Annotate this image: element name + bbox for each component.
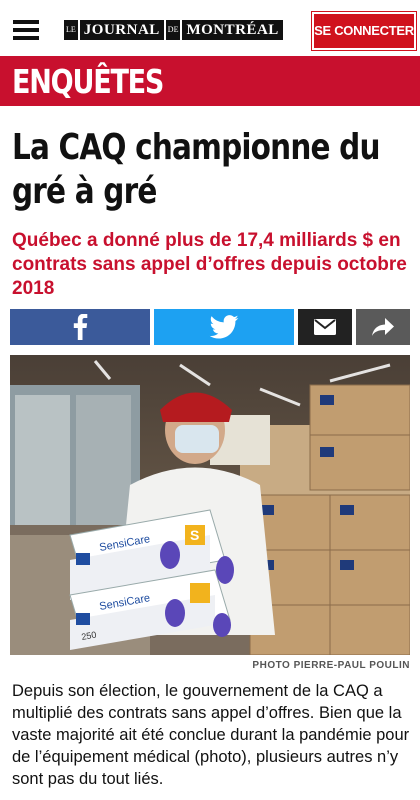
share-twitter-button[interactable] [154,309,294,345]
logo-journal: JOURNAL [79,20,164,40]
box-size-label: S [190,527,199,543]
article-subheadline: Québec a donné plus de 17,4 milliards $ … [12,230,407,299]
site-logo[interactable]: LE JOURNAL DE MONTRÉAL [62,19,283,41]
logo-le: LE [64,20,78,40]
share-facebook-button[interactable] [10,309,150,345]
warehouse-scene-image: SensiCare S SensiCare 250 [10,355,410,655]
section-banner[interactable]: ENQUÊTES [0,56,420,106]
logo-montreal: MONTRÉAL [182,20,283,40]
share-forward-button[interactable] [356,309,410,345]
section-title: ENQUÊTES [12,62,164,101]
article-headline: La CAQ championne du gré à gré [12,127,381,212]
article-body: Depuis son élection, le gouvernement de … [12,682,410,788]
forward-icon [372,318,394,336]
login-button[interactable]: SE CONNECTER [312,12,416,50]
article-photo[interactable]: SensiCare S SensiCare 250 [10,355,410,655]
mail-icon [314,319,336,335]
twitter-icon [209,315,239,339]
photo-credit: PHOTO PIERRE-PAUL POULIN [252,660,410,671]
menu-icon[interactable] [13,20,39,40]
share-email-button[interactable] [298,309,352,345]
top-navigation-bar: LE JOURNAL DE MONTRÉAL SE CONNECTER [0,0,420,57]
facebook-icon [73,314,88,340]
logo-de: DE [165,20,181,40]
